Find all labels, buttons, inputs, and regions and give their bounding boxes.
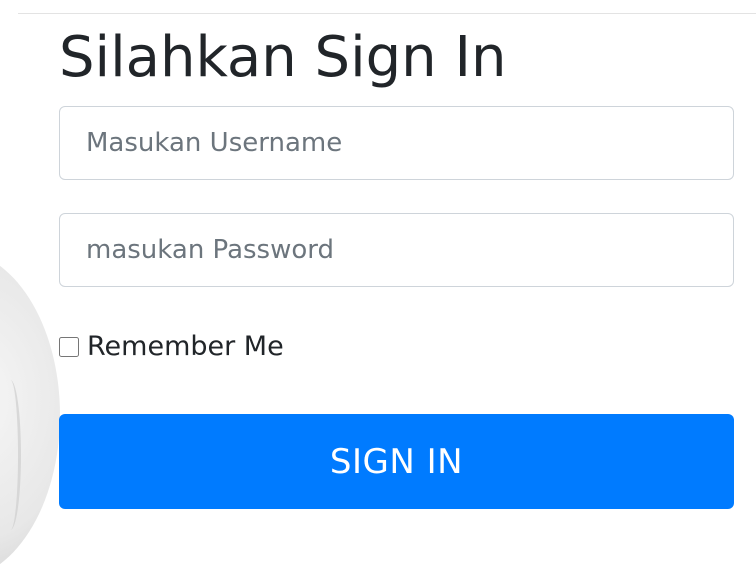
- login-page: Silahkan Sign In Remember Me SIGN IN: [0, 0, 756, 566]
- top-divider: [18, 13, 756, 14]
- remember-me-control[interactable]: Remember Me: [59, 330, 284, 364]
- password-input[interactable]: [59, 213, 734, 287]
- page-title: Silahkan Sign In: [59, 25, 507, 90]
- remember-me-label: Remember Me: [87, 331, 284, 362]
- background-decoration: [0, 380, 21, 530]
- username-input[interactable]: [59, 106, 734, 180]
- sign-in-button[interactable]: SIGN IN: [59, 414, 734, 509]
- remember-me-checkbox[interactable]: [59, 337, 79, 357]
